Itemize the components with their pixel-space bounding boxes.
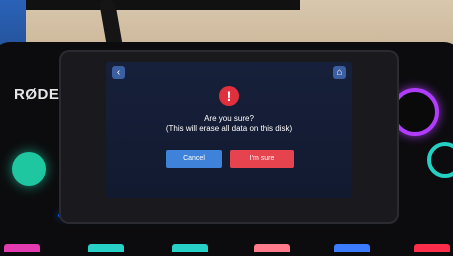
bottom-button-1[interactable] [4,244,40,252]
chevron-left-icon: ‹ [116,67,121,78]
bottom-button-row [0,242,453,252]
bottom-button-2[interactable] [88,244,124,252]
brand-logo: RØDE [14,86,60,103]
bottom-button-6[interactable] [414,244,450,252]
dialog-subtitle: (This will erase all data on this disk) [165,124,293,133]
touch-screen: ‹ ⌂ ! Are you sure? (This will erase all… [106,62,352,198]
dialog-title: Are you sure? [204,114,254,123]
bottom-button-4[interactable] [254,244,290,252]
pad-button-teal[interactable] [12,152,46,186]
cancel-button[interactable]: Cancel [166,150,222,168]
confirm-button[interactable]: I'm sure [230,150,294,168]
back-button[interactable]: ‹ [112,66,125,79]
home-icon: ⌂ [336,67,343,78]
bottom-button-5[interactable] [334,244,370,252]
alert-icon: ! [219,86,239,106]
monitor-edge [0,0,300,10]
home-button[interactable]: ⌂ [333,66,346,79]
bottom-button-3[interactable] [172,244,208,252]
